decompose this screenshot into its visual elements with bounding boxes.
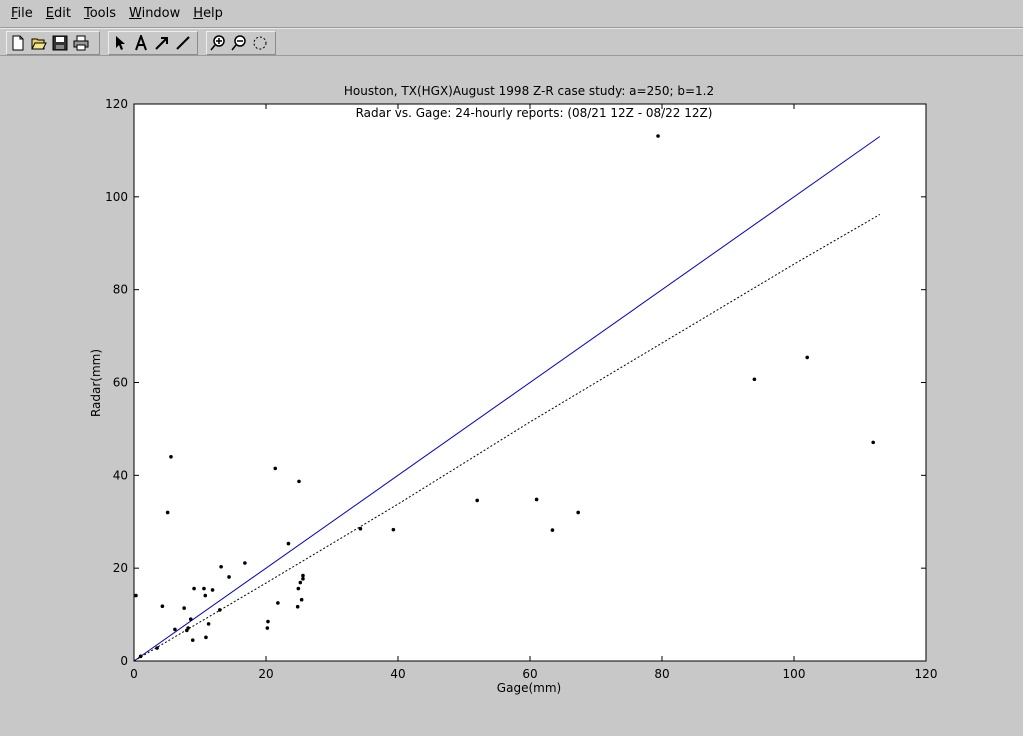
data-point [160,604,165,609]
data-point [218,608,222,612]
data-point [266,619,270,624]
menu-tools[interactable]: Tools [83,4,117,23]
view-toolbar-group [206,31,276,55]
data-point [192,586,196,591]
data-point [182,606,186,610]
chart-title: Houston, TX(HGX)August 1998 Z-R case stu… [344,84,714,98]
data-point [273,466,278,471]
data-point [188,617,193,622]
data-point [190,638,195,642]
x-tick-label: 0 [130,667,138,681]
zoom-in-icon[interactable] [207,33,228,54]
file-toolbar-group [6,31,100,55]
data-point [134,593,138,598]
toolbar [0,28,1023,56]
data-point [276,601,280,605]
data-point [295,604,300,609]
line-icon[interactable] [172,33,193,54]
y-tick-label: 60 [113,376,128,390]
x-tick-label: 120 [915,667,938,681]
edit-toolbar-group [108,31,198,55]
data-point [155,646,159,650]
data-point [204,635,208,640]
data-point [301,573,305,578]
arrow-icon[interactable] [151,33,172,54]
data-point [165,510,170,515]
data-point [298,580,303,585]
data-point [871,440,875,445]
save-icon[interactable] [49,33,70,54]
data-point [138,654,143,659]
data-point [534,497,539,502]
data-point [206,622,211,626]
y-tick-label: 40 [113,468,128,482]
data-point [227,575,231,579]
data-point [656,134,660,138]
data-point [173,627,177,632]
y-tick-label: 20 [113,561,128,575]
y-axis-label: Radar(mm) [89,349,103,417]
y-tick-label: 120 [105,97,128,111]
zoom-out-icon[interactable] [228,33,249,54]
x-tick-label: 40 [390,667,405,681]
y-tick-label: 80 [113,283,128,297]
data-point [219,564,223,569]
x-tick-label: 60 [522,667,537,681]
chart-subtitle: Radar vs. Gage: 24-hourly reports: (08/2… [356,106,713,120]
y-tick-label: 0 [120,654,128,668]
data-point [210,588,215,592]
data-point [169,454,173,459]
x-axis-label: Gage(mm) [497,681,561,695]
print-icon[interactable] [70,33,91,54]
data-point [752,377,757,382]
menu-window[interactable]: Window [128,4,181,23]
data-point [391,527,396,532]
menu-file[interactable]: File [10,4,34,23]
text-icon[interactable] [130,33,151,54]
data-point [286,541,291,546]
data-point [203,593,208,598]
menu-edit[interactable]: Edit [45,4,72,23]
data-point [296,586,301,591]
data-point [475,498,480,503]
x-tick-label: 100 [783,667,806,681]
menu-bar: File Edit Tools Window Help [0,0,1023,28]
data-point [358,526,363,531]
scatter-chart: Houston, TX(HGX)August 1998 Z-R case stu… [89,84,938,695]
data-point [301,577,305,581]
data-point [576,510,580,515]
menu-help[interactable]: Help [192,4,224,23]
data-point [297,479,301,484]
data-point [243,561,247,565]
data-point [265,626,270,630]
x-tick-label: 80 [654,667,669,681]
x-tick-label: 20 [258,667,273,681]
data-point [186,626,190,630]
data-point [299,597,304,602]
new-file-icon[interactable] [7,33,28,54]
y-tick-label: 100 [105,190,128,204]
open-folder-icon[interactable] [28,33,49,54]
pointer-icon[interactable] [109,33,130,54]
data-point [202,586,206,591]
rotate-icon[interactable] [249,33,270,54]
data-point [805,355,809,360]
data-point [550,528,555,532]
